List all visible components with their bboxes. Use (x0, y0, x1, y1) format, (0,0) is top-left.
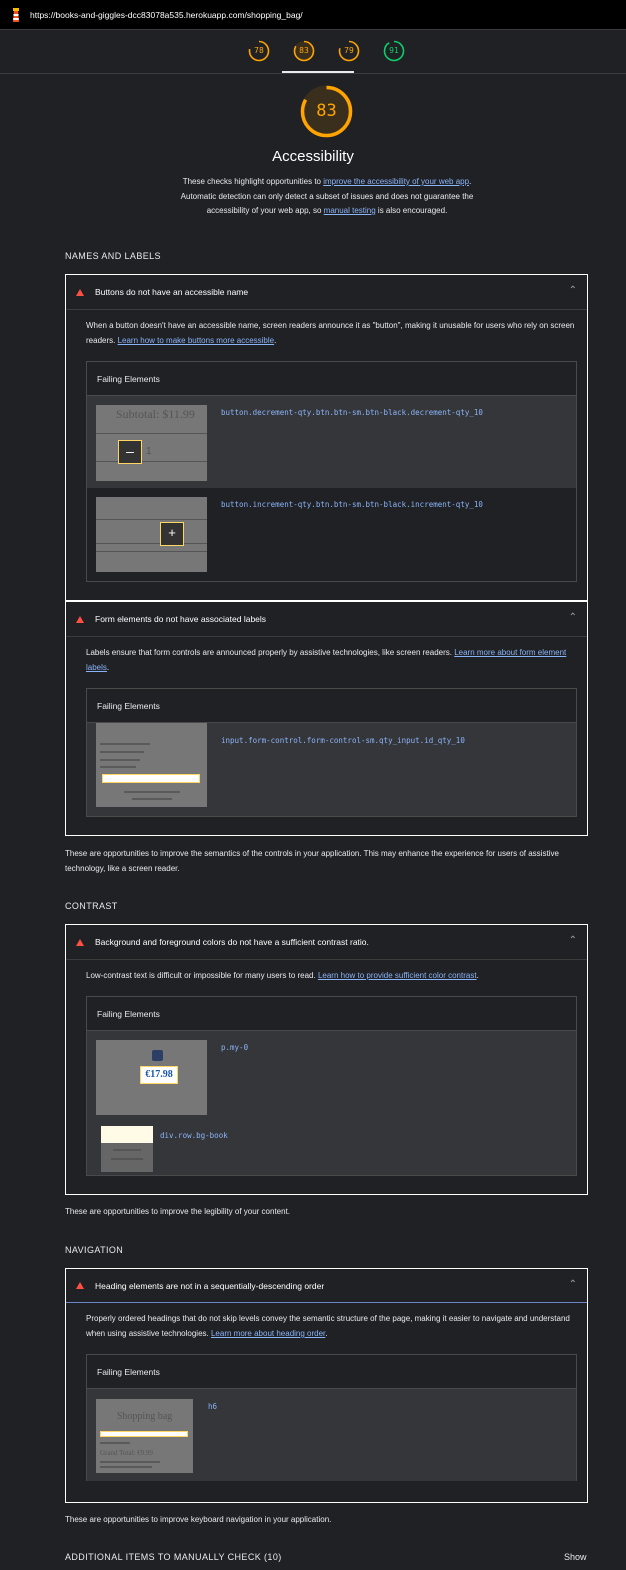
audit-title: Form elements do not have associated lab… (95, 614, 267, 624)
shopping-bag-icon (152, 1050, 163, 1061)
audit-description: Low-contrast text is difficult or imposs… (86, 971, 479, 980)
category-title: Accessibility (272, 148, 354, 165)
element-selector: button.increment-qty.btn.btn-sm.btn-blac… (221, 500, 483, 509)
element-screenshot: Shopping bag Grand Total: €9.99 (96, 1399, 193, 1473)
group-title-navigation: NAVIGATION (65, 1245, 124, 1255)
audit-body: Properly ordered headings that do not sk… (66, 1303, 587, 1481)
audit-header[interactable]: Buttons do not have an accessible name ⌃ (66, 275, 587, 309)
element-screenshot: + (96, 497, 207, 572)
failing-element-row: Shopping bag Grand Total: €9.99 h6 (87, 1389, 576, 1481)
failing-element-row: Subtotal: $11.99 – 1 button.decrement-qt… (87, 396, 576, 488)
failing-elements-table: Failing Elements Shopping bag Grand Tota… (86, 1354, 577, 1481)
score-value: 83 (299, 46, 309, 55)
element-selector: div.row.bg-book (160, 1131, 228, 1140)
audit-title: Heading elements are not in a sequential… (95, 1280, 325, 1291)
audit-button-name: Buttons do not have an accessible name ⌃… (65, 274, 588, 601)
learn-more-link[interactable]: Learn how to make buttons more accessibl… (118, 336, 275, 345)
group-description: These are opportunities to improve the s… (65, 849, 559, 873)
score-gauge-best-practices[interactable]: 79 (338, 40, 360, 62)
plus-icon: + (160, 522, 184, 546)
group-title-manual: ADDITIONAL ITEMS TO MANUALLY CHECK (10) (65, 1552, 282, 1562)
category-description: These checks highlight opportunities to … (180, 177, 474, 215)
failing-elements-header: Failing Elements (87, 362, 576, 396)
failing-elements-table: Failing Elements €17.98 p.my-0 div.row.b… (86, 996, 577, 1176)
element-selector: button.decrement-qty.btn.btn-sm.btn-blac… (221, 408, 483, 417)
failing-elements-header: Failing Elements (87, 689, 576, 723)
failing-elements-header: Failing Elements (87, 997, 576, 1031)
audit-body: When a button doesn't have an accessible… (66, 309, 587, 582)
element-screenshot: €17.98 (96, 1040, 207, 1115)
audit-title: Buttons do not have an accessible name (95, 287, 249, 297)
failing-element-row: €17.98 p.my-0 div.row.bg-book (87, 1031, 576, 1175)
group-title-contrast: CONTRAST (65, 901, 118, 911)
active-tab-indicator (282, 71, 354, 73)
accessibility-link[interactable]: improve the accessibility of your web ap… (323, 177, 469, 186)
page-url: https://books-and-giggles-dcc83078a535.h… (30, 9, 303, 20)
fail-triangle-icon (76, 288, 84, 296)
failing-elements-table: Failing Elements Subtotal: $11.99 – 1 bu… (86, 361, 577, 582)
group-description: These are opportunities to improve the l… (65, 1207, 291, 1216)
audit-color-contrast: Background and foreground colors do not … (65, 924, 588, 1195)
failing-element-row: input.form-control.form-control-sm.qty_i… (87, 723, 576, 816)
fail-triangle-icon (76, 615, 84, 623)
accessibility-score-gauge: 83 (299, 84, 354, 139)
accessibility-score: 83 (316, 101, 337, 121)
audit-header[interactable]: Heading elements are not in a sequential… (66, 1269, 587, 1303)
audit-label: Form elements do not have associated lab… (65, 601, 588, 836)
element-screenshot (96, 723, 207, 807)
failing-element-row: + button.increment-qty.btn.btn-sm.btn-bl… (87, 488, 576, 581)
element-selector: p.my-0 (221, 1043, 249, 1052)
element-screenshot: Subtotal: $11.99 – 1 (96, 405, 207, 481)
audit-title: Background and foreground colors do not … (95, 937, 369, 947)
minus-icon: – (118, 440, 142, 464)
url-bar: https://books-and-giggles-dcc83078a535.h… (0, 0, 626, 30)
manual-testing-link[interactable]: manual testing (324, 206, 376, 215)
show-manual-toggle[interactable]: Show (564, 1552, 587, 1562)
audit-description: When a button doesn't have an accessible… (86, 321, 575, 345)
fail-triangle-icon (76, 1282, 84, 1289)
audit-description: Properly ordered headings that do not sk… (86, 1314, 570, 1338)
element-selector: input.form-control.form-control-sm.qty_i… (221, 736, 465, 745)
score-value: 79 (344, 46, 354, 55)
failing-elements-header: Failing Elements (87, 1355, 576, 1389)
lighthouse-icon (10, 7, 22, 23)
audit-heading-order: Heading elements are not in a sequential… (65, 1268, 588, 1503)
score-gauge-accessibility[interactable]: 83 (293, 40, 315, 62)
score-gauge-seo[interactable]: 91 (383, 40, 405, 62)
score-value: 78 (254, 46, 264, 55)
score-tabs: 78 83 79 91 (0, 30, 626, 74)
failing-elements-table: Failing Elements input.form-control.form… (86, 688, 577, 817)
audit-header[interactable]: Background and foreground colors do not … (66, 925, 587, 959)
fail-triangle-icon (76, 938, 84, 946)
chevron-up-icon[interactable]: ⌃ (569, 1279, 577, 1290)
learn-more-link[interactable]: Learn how to provide sufficient color co… (318, 971, 477, 980)
element-screenshot (101, 1126, 153, 1172)
element-selector: h6 (208, 1402, 218, 1411)
audit-header[interactable]: Form elements do not have associated lab… (66, 602, 587, 636)
audit-description: Labels ensure that form controls are ann… (86, 648, 567, 672)
group-description: These are opportunities to improve keybo… (65, 1515, 332, 1524)
chevron-up-icon[interactable]: ⌃ (569, 612, 577, 623)
chevron-up-icon[interactable]: ⌃ (569, 935, 577, 946)
group-title-names-labels: NAMES AND LABELS (65, 251, 161, 261)
learn-more-link[interactable]: Learn more about heading order (211, 1329, 325, 1338)
score-value: 91 (389, 46, 399, 55)
audit-body: Low-contrast text is difficult or imposs… (66, 959, 587, 1176)
score-gauge-performance[interactable]: 78 (248, 40, 270, 62)
chevron-up-icon[interactable]: ⌃ (569, 285, 577, 296)
audit-body: Labels ensure that form controls are ann… (66, 636, 587, 817)
